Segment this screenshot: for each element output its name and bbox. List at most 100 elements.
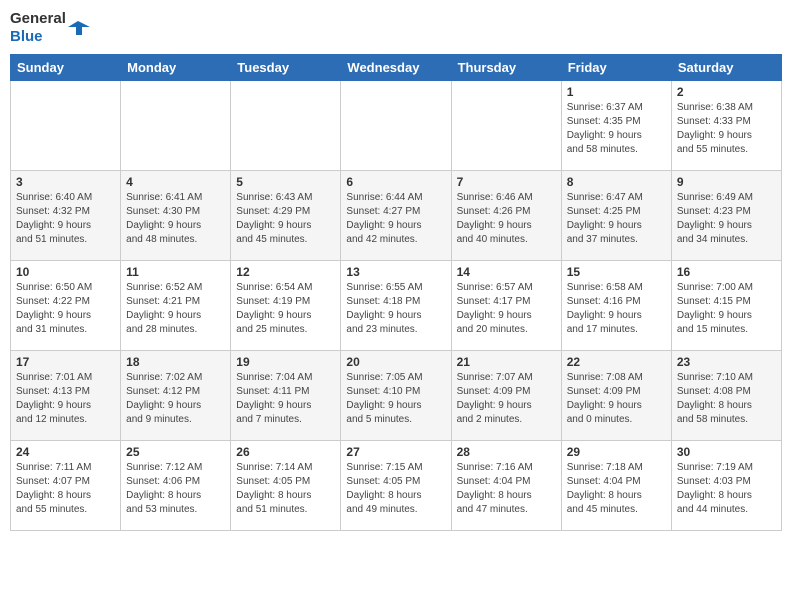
day-cell: 9 Sunrise: 6:49 AM Sunset: 4:23 PM Daylig… (671, 171, 781, 261)
day-info: Sunrise: 7:11 AM Sunset: 4:07 PM Dayligh… (16, 461, 115, 517)
day-cell: 1 Sunrise: 6:37 AM Sunset: 4:35 PM Daylig… (561, 81, 671, 171)
day-number: 27 (346, 445, 445, 459)
day-number: 11 (126, 265, 225, 279)
day-cell: 25 Sunrise: 7:12 AM Sunset: 4:06 PM Dayli… (121, 441, 231, 531)
day-number: 12 (236, 265, 335, 279)
week-row-5: 24Sunrise: 7:11 AM Sunset: 4:07 PM Dayli… (11, 441, 782, 531)
col-header-sunday: Sunday (11, 55, 121, 81)
logo-text: General Blue (10, 10, 66, 46)
day-cell: 30Sunrise: 7:19 AM Sunset: 4:03 PM Dayli… (671, 441, 781, 531)
day-cell: 24Sunrise: 7:11 AM Sunset: 4:07 PM Dayli… (11, 441, 121, 531)
day-cell: 19 Sunrise: 7:04 AM Sunset: 4:11 PM Dayli… (231, 351, 341, 441)
page-container: General Blue SundayMondayTuesdayWednesda… (0, 0, 792, 541)
day-info: Sunrise: 7:01 AM Sunset: 4:13 PM Dayligh… (16, 371, 115, 427)
day-number: 9 (677, 175, 776, 189)
day-cell: 14 Sunrise: 6:57 AM Sunset: 4:17 PM Dayli… (451, 261, 561, 351)
day-info: Sunrise: 6:47 AM Sunset: 4:25 PM Dayligh… (567, 191, 666, 247)
day-number: 29 (567, 445, 666, 459)
week-row-2: 3 Sunrise: 6:40 AM Sunset: 4:32 PM Daylig… (11, 171, 782, 261)
day-info: Sunrise: 7:19 AM Sunset: 4:03 PM Dayligh… (677, 461, 776, 517)
day-number: 18 (126, 355, 225, 369)
logo: General Blue (10, 10, 90, 46)
day-cell: 21 Sunrise: 7:07 AM Sunset: 4:09 PM Dayli… (451, 351, 561, 441)
logo-bird-icon (68, 17, 90, 39)
day-info: Sunrise: 6:41 AM Sunset: 4:30 PM Dayligh… (126, 191, 225, 247)
header: General Blue (10, 10, 782, 46)
day-cell: 8Sunrise: 6:47 AM Sunset: 4:25 PM Daylig… (561, 171, 671, 261)
day-cell: 13 Sunrise: 6:55 AM Sunset: 4:18 PM Dayli… (341, 261, 451, 351)
day-info: Sunrise: 7:14 AM Sunset: 4:05 PM Dayligh… (236, 461, 335, 517)
day-info: Sunrise: 6:58 AM Sunset: 4:16 PM Dayligh… (567, 281, 666, 337)
day-cell: 2 Sunrise: 6:38 AM Sunset: 4:33 PM Daylig… (671, 81, 781, 171)
day-cell: 5Sunrise: 6:43 AM Sunset: 4:29 PM Daylig… (231, 171, 341, 261)
day-info: Sunrise: 7:10 AM Sunset: 4:08 PM Dayligh… (677, 371, 776, 427)
day-number: 15 (567, 265, 666, 279)
day-number: 14 (457, 265, 556, 279)
day-info: Sunrise: 7:04 AM Sunset: 4:11 PM Dayligh… (236, 371, 335, 427)
day-cell: 10 Sunrise: 6:50 AM Sunset: 4:22 PM Dayli… (11, 261, 121, 351)
col-header-wednesday: Wednesday (341, 55, 451, 81)
day-number: 19 (236, 355, 335, 369)
calendar-table: SundayMondayTuesdayWednesdayThursdayFrid… (10, 54, 782, 531)
day-number: 5 (236, 175, 335, 189)
day-info: Sunrise: 6:38 AM Sunset: 4:33 PM Dayligh… (677, 101, 776, 157)
day-info: Sunrise: 6:52 AM Sunset: 4:21 PM Dayligh… (126, 281, 225, 337)
week-row-4: 17 Sunrise: 7:01 AM Sunset: 4:13 PM Dayli… (11, 351, 782, 441)
calendar-header: SundayMondayTuesdayWednesdayThursdayFrid… (11, 55, 782, 81)
day-number: 21 (457, 355, 556, 369)
day-cell (231, 81, 341, 171)
col-header-tuesday: Tuesday (231, 55, 341, 81)
day-cell: 28Sunrise: 7:16 AM Sunset: 4:04 PM Dayli… (451, 441, 561, 531)
day-number: 16 (677, 265, 776, 279)
logo-text-block: General Blue (10, 10, 90, 46)
day-number: 2 (677, 85, 776, 99)
col-header-thursday: Thursday (451, 55, 561, 81)
day-number: 13 (346, 265, 445, 279)
day-number: 17 (16, 355, 115, 369)
day-info: Sunrise: 7:05 AM Sunset: 4:10 PM Dayligh… (346, 371, 445, 427)
day-info: Sunrise: 6:50 AM Sunset: 4:22 PM Dayligh… (16, 281, 115, 337)
day-info: Sunrise: 7:07 AM Sunset: 4:09 PM Dayligh… (457, 371, 556, 427)
day-info: Sunrise: 7:15 AM Sunset: 4:05 PM Dayligh… (346, 461, 445, 517)
day-cell: 11 Sunrise: 6:52 AM Sunset: 4:21 PM Dayli… (121, 261, 231, 351)
col-header-friday: Friday (561, 55, 671, 81)
day-info: Sunrise: 6:37 AM Sunset: 4:35 PM Dayligh… (567, 101, 666, 157)
day-number: 25 (126, 445, 225, 459)
day-cell: 23 Sunrise: 7:10 AM Sunset: 4:08 PM Dayli… (671, 351, 781, 441)
day-cell (121, 81, 231, 171)
day-info: Sunrise: 7:08 AM Sunset: 4:09 PM Dayligh… (567, 371, 666, 427)
day-number: 6 (346, 175, 445, 189)
day-cell: 16Sunrise: 7:00 AM Sunset: 4:15 PM Dayli… (671, 261, 781, 351)
day-info: Sunrise: 6:55 AM Sunset: 4:18 PM Dayligh… (346, 281, 445, 337)
day-cell (341, 81, 451, 171)
day-number: 1 (567, 85, 666, 99)
day-number: 26 (236, 445, 335, 459)
day-number: 10 (16, 265, 115, 279)
day-cell: 29 Sunrise: 7:18 AM Sunset: 4:04 PM Dayli… (561, 441, 671, 531)
col-header-saturday: Saturday (671, 55, 781, 81)
day-number: 23 (677, 355, 776, 369)
day-number: 3 (16, 175, 115, 189)
day-info: Sunrise: 6:40 AM Sunset: 4:32 PM Dayligh… (16, 191, 115, 247)
day-number: 7 (457, 175, 556, 189)
day-cell: 4 Sunrise: 6:41 AM Sunset: 4:30 PM Daylig… (121, 171, 231, 261)
day-cell: 17 Sunrise: 7:01 AM Sunset: 4:13 PM Dayli… (11, 351, 121, 441)
day-info: Sunrise: 6:54 AM Sunset: 4:19 PM Dayligh… (236, 281, 335, 337)
day-info: Sunrise: 6:49 AM Sunset: 4:23 PM Dayligh… (677, 191, 776, 247)
day-info: Sunrise: 7:18 AM Sunset: 4:04 PM Dayligh… (567, 461, 666, 517)
day-info: Sunrise: 7:02 AM Sunset: 4:12 PM Dayligh… (126, 371, 225, 427)
day-cell: 26 Sunrise: 7:14 AM Sunset: 4:05 PM Dayli… (231, 441, 341, 531)
day-info: Sunrise: 7:12 AM Sunset: 4:06 PM Dayligh… (126, 461, 225, 517)
day-info: Sunrise: 6:44 AM Sunset: 4:27 PM Dayligh… (346, 191, 445, 247)
day-cell: 3 Sunrise: 6:40 AM Sunset: 4:32 PM Daylig… (11, 171, 121, 261)
day-number: 4 (126, 175, 225, 189)
day-cell: 7Sunrise: 6:46 AM Sunset: 4:26 PM Daylig… (451, 171, 561, 261)
day-cell: 12 Sunrise: 6:54 AM Sunset: 4:19 PM Dayli… (231, 261, 341, 351)
day-cell: 6 Sunrise: 6:44 AM Sunset: 4:27 PM Daylig… (341, 171, 451, 261)
header-row: SundayMondayTuesdayWednesdayThursdayFrid… (11, 55, 782, 81)
day-cell: 15 Sunrise: 6:58 AM Sunset: 4:16 PM Dayli… (561, 261, 671, 351)
day-cell: 18 Sunrise: 7:02 AM Sunset: 4:12 PM Dayli… (121, 351, 231, 441)
day-number: 20 (346, 355, 445, 369)
day-info: Sunrise: 6:57 AM Sunset: 4:17 PM Dayligh… (457, 281, 556, 337)
calendar-body: 1 Sunrise: 6:37 AM Sunset: 4:35 PM Daylig… (11, 81, 782, 531)
